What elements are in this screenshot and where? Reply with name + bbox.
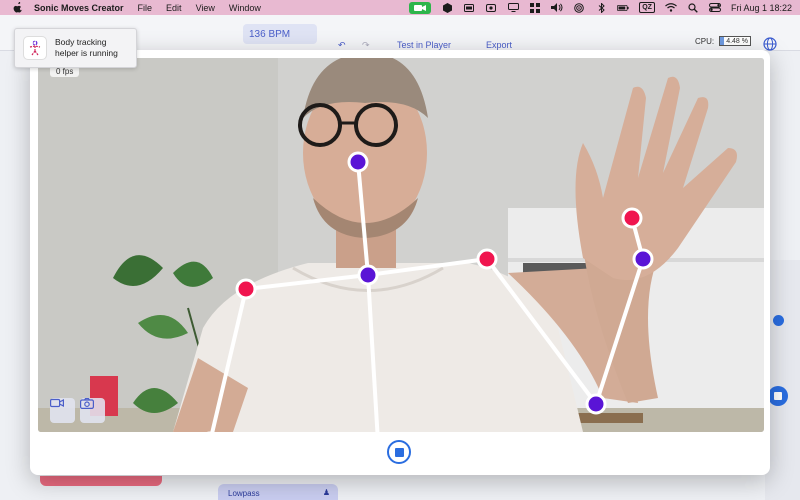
search-icon[interactable] [687, 2, 699, 13]
slider-handle[interactable] [773, 315, 784, 326]
skeleton-overlay [206, 151, 654, 432]
volume-icon[interactable] [551, 3, 563, 13]
lowpass-label: Lowpass [228, 489, 260, 498]
person-icon: ♟ [322, 488, 330, 497]
joint-left-shoulder [235, 278, 257, 300]
menu-window[interactable]: Window [229, 3, 261, 13]
camera-icon [80, 398, 94, 409]
joint-right-elbow [585, 393, 607, 415]
camera-feed: 0 fps [38, 58, 764, 432]
bone-spine [366, 273, 380, 432]
wifi-icon[interactable] [665, 3, 677, 13]
camera-in-use-icon[interactable] [409, 1, 432, 14]
camera-modal: 0 fps [30, 50, 770, 475]
stop-icon [394, 447, 404, 457]
control-center-icon[interactable] [708, 3, 721, 13]
joint-right-wrist [632, 248, 654, 270]
menu-edit[interactable]: Edit [166, 3, 182, 13]
shield-app-icon[interactable] [441, 2, 453, 13]
input-source-badge[interactable]: QZ [639, 2, 655, 13]
inspector-panel [765, 260, 800, 500]
joint-right-hand [621, 207, 643, 229]
export-button[interactable]: Export [486, 40, 512, 50]
track-block[interactable] [40, 476, 162, 486]
card-icon[interactable] [463, 3, 475, 13]
joint-right-shoulder [476, 248, 498, 270]
bone-right-upper-arm [485, 257, 598, 406]
stop-tracking-button[interactable] [387, 440, 411, 464]
video-camera-button[interactable] [50, 398, 75, 423]
airdrop-icon[interactable] [573, 2, 585, 13]
cpu-meter: 4.48 % [719, 36, 751, 46]
bone-neck [356, 160, 370, 277]
bone-right-shoulder [366, 257, 489, 277]
battery-icon[interactable] [617, 3, 629, 13]
globe-icon[interactable] [763, 37, 777, 51]
apple-icon[interactable] [12, 2, 24, 13]
joint-nose [347, 151, 369, 173]
bpm-field[interactable]: 136 BPM [243, 24, 317, 44]
joint-neck [357, 264, 379, 286]
grid-icon[interactable] [529, 2, 541, 13]
test-in-player-button[interactable]: Test in Player [397, 40, 451, 50]
bone-left-shoulder [244, 273, 370, 291]
clock[interactable]: Fri Aug 1 18:22 [731, 3, 792, 13]
body-tracking-icon [23, 36, 47, 60]
display-icon[interactable] [507, 3, 519, 13]
menu-bar: Sonic Moves Creator File Edit View Windo… [0, 0, 800, 15]
menu-view[interactable]: View [196, 3, 215, 13]
status-area: QZ Fri Aug 1 18:22 [409, 0, 792, 15]
bone-right-forearm [594, 257, 645, 406]
menu-file[interactable]: File [138, 3, 153, 13]
bone-left-upper-arm [210, 287, 248, 432]
cpu-label: CPU: [695, 37, 715, 46]
panel-stop-button[interactable] [768, 386, 788, 406]
skeleton-bones [210, 160, 645, 432]
photo-button[interactable] [80, 398, 105, 423]
notification-text: Body tracking helper is running [55, 37, 118, 58]
video-camera-icon [50, 398, 64, 408]
record-icon[interactable] [485, 3, 497, 13]
notification[interactable]: Body tracking helper is running [14, 28, 137, 68]
lowpass-node[interactable]: Lowpass ♟ [218, 484, 338, 500]
bluetooth-icon[interactable] [595, 2, 607, 13]
app-menu[interactable]: Sonic Moves Creator [34, 3, 124, 13]
